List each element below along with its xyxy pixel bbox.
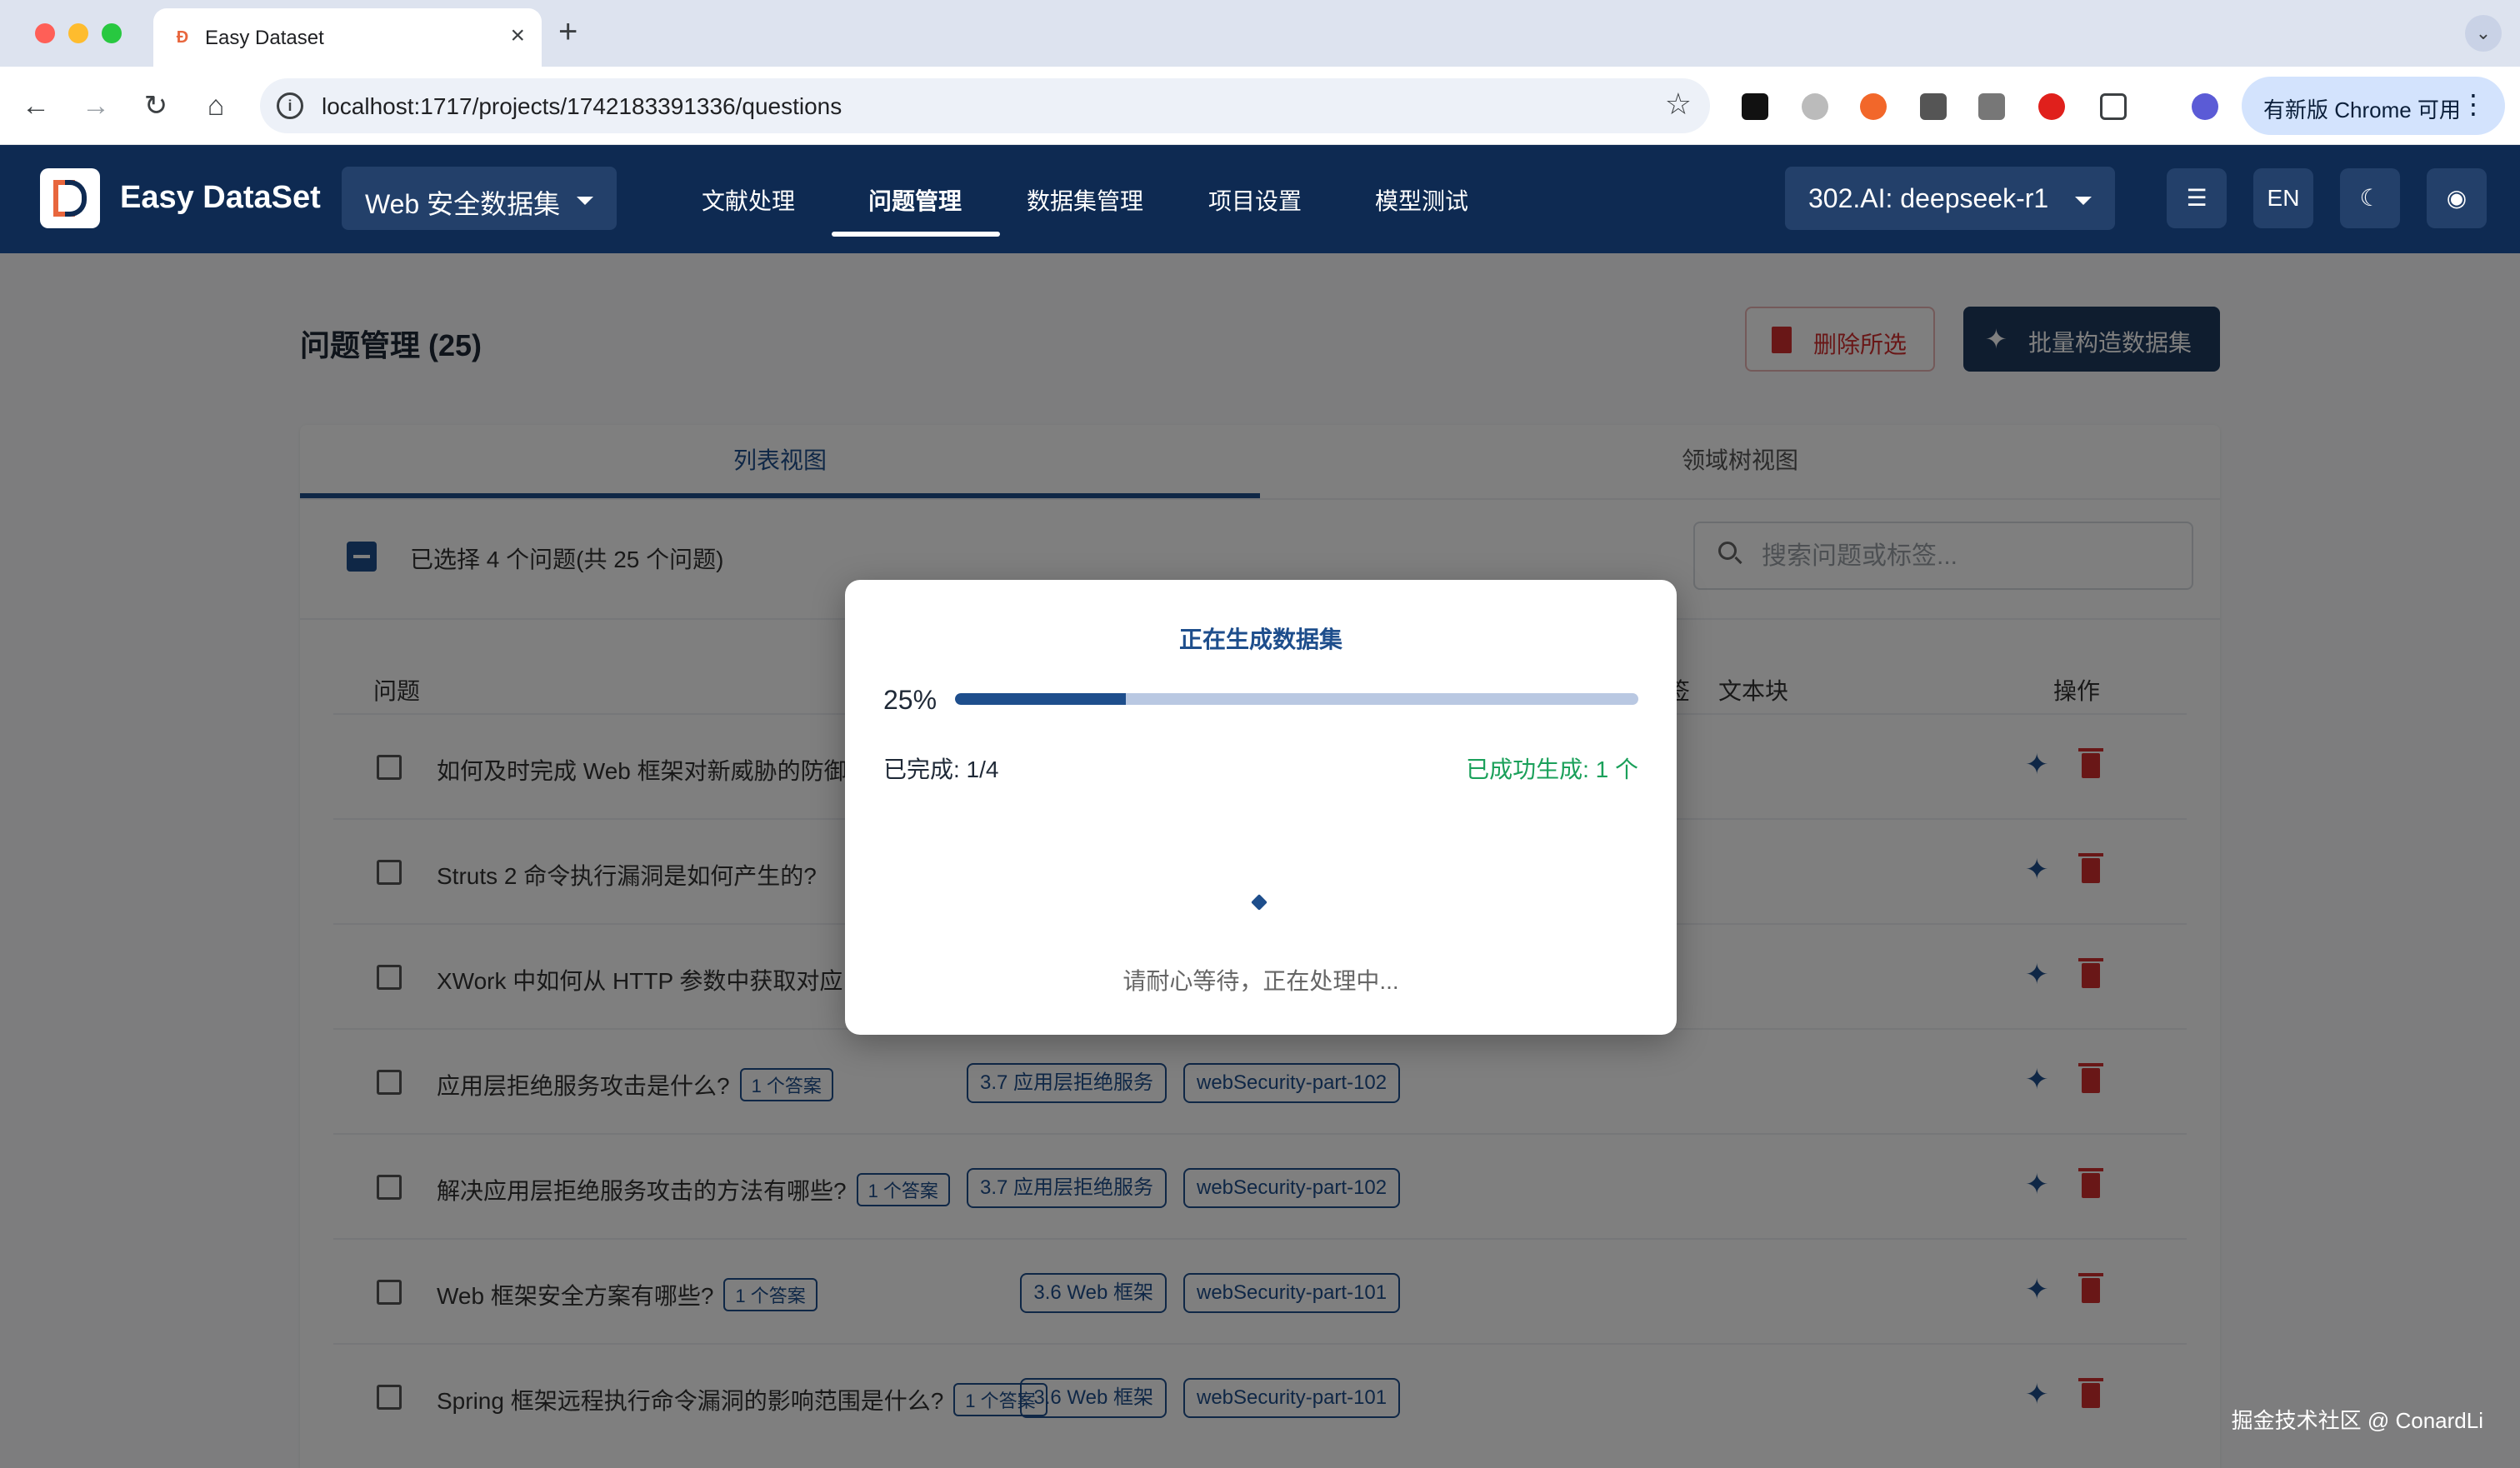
browser-tab-strip: Ð Easy Dataset × + ⌄ [0, 0, 2520, 67]
forward-button[interactable]: → [77, 87, 115, 125]
bookmark-star-icon[interactable]: ☆ [1665, 87, 1692, 122]
tab-search-button[interactable]: ⌄ [2465, 15, 2502, 52]
model-select[interactable]: 302.AI: deepseek-r1 [1785, 167, 2115, 230]
chrome-update-button[interactable]: 有新版 Chrome 可用 ⋮ [2242, 77, 2505, 135]
profile-avatar[interactable] [2192, 93, 2218, 120]
progress-percent: 25% [883, 685, 938, 715]
waiting-message: 请耐心等待，正在处理中... [1122, 968, 1399, 994]
watermark: 掘金技术社区 @ ConardLi [2231, 1408, 2483, 1433]
tab-favicon-icon: Ð [172, 27, 193, 48]
nav-model-test[interactable]: 模型测试 [1375, 183, 1468, 217]
success-count: 已成功生成: 1 个 [1466, 756, 1638, 782]
app-header: Easy DataSet Web 安全数据集 文献处理 问题管理 数据集管理 项… [0, 145, 2520, 253]
progress-dialog: 正在生成数据集 25% 已完成: 1/4 已成功生成: 1 个 请耐心等待，正在… [845, 580, 1677, 1035]
github-icon[interactable]: ◉ [2427, 168, 2487, 228]
menu-dots-icon[interactable]: ⋮ [2460, 88, 2487, 120]
extension-icon[interactable] [1860, 93, 1887, 120]
project-select[interactable]: Web 安全数据集 [342, 167, 617, 230]
extension-icon[interactable] [2038, 93, 2065, 120]
extension-icon[interactable] [1978, 93, 2005, 120]
nav-literature[interactable]: 文献处理 [702, 183, 795, 217]
extension-icon[interactable] [1920, 93, 1947, 120]
project-select-label: Web 安全数据集 [365, 189, 561, 219]
browser-tab[interactable]: Ð Easy Dataset × [153, 8, 542, 67]
completed-count: 已完成: 1/4 [883, 756, 999, 782]
site-info-icon[interactable]: i [277, 92, 303, 119]
nav-datasets[interactable]: 数据集管理 [1027, 183, 1143, 217]
tab-close-icon[interactable]: × [510, 23, 525, 48]
extension-icon[interactable] [1802, 93, 1828, 120]
browser-toolbar: ← → ↻ ⌂ i localhost:1717/projects/174218… [0, 67, 2520, 145]
theme-moon-icon[interactable]: ☾ [2340, 168, 2400, 228]
url-text[interactable]: localhost:1717/projects/1742183391336/qu… [322, 93, 842, 120]
window-close-button[interactable] [35, 23, 55, 43]
progress-bar [955, 693, 1638, 705]
window-maximize-button[interactable] [102, 23, 122, 43]
app-logo-icon [40, 168, 100, 228]
window-minimize-button[interactable] [68, 23, 88, 43]
loading-spinner-icon [1251, 894, 1268, 911]
caret-down-icon [2075, 197, 2092, 205]
dialog-title: 正在生成数据集 [1178, 627, 1342, 652]
list-icon[interactable]: ☰ [2167, 168, 2227, 228]
nav-project-settings[interactable]: 项目设置 [1208, 183, 1302, 217]
nav-questions[interactable]: 问题管理 [868, 183, 962, 217]
model-select-label: 302.AI: deepseek-r1 [1808, 183, 2049, 213]
nav-active-indicator [832, 232, 1000, 237]
extension-icon[interactable] [1742, 93, 1768, 120]
address-bar[interactable]: i localhost:1717/projects/1742183391336/… [260, 78, 1710, 133]
back-button[interactable]: ← [17, 87, 55, 125]
app-name: Easy DataSet [120, 180, 321, 215]
extensions-puzzle-icon[interactable] [2100, 93, 2127, 120]
language-button[interactable]: EN [2253, 168, 2313, 228]
new-tab-button[interactable]: + [558, 15, 578, 48]
home-button[interactable]: ⌂ [197, 87, 235, 125]
tab-title: Easy Dataset [205, 27, 324, 49]
caret-down-icon [577, 197, 593, 205]
update-label: 有新版 Chrome 可用 [2263, 97, 2461, 122]
progress-bar-fill [955, 693, 1126, 705]
reload-button[interactable]: ↻ [137, 87, 175, 125]
